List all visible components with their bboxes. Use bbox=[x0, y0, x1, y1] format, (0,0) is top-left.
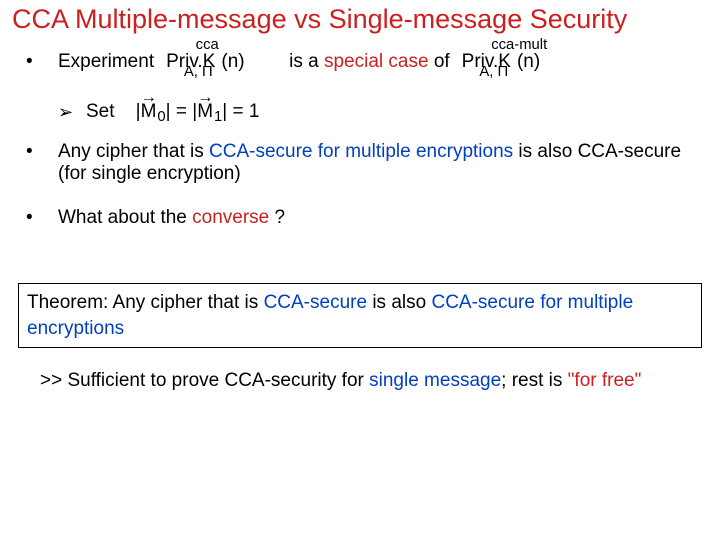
bullet-experiment: • Experiment Priv.K cca A, Π (n) is a sp… bbox=[12, 51, 708, 123]
theorem-pre: Theorem: Any cipher that is bbox=[27, 292, 264, 313]
text-pre: What about the bbox=[58, 207, 192, 228]
foot-mid: ; rest is bbox=[501, 370, 568, 391]
text-specialcase: special case bbox=[324, 51, 429, 73]
theorem-cca: CCA-secure bbox=[264, 292, 367, 313]
equals: = bbox=[176, 101, 192, 122]
privk-arg: (n) bbox=[221, 51, 244, 73]
privk-sub: A, Π bbox=[479, 64, 508, 80]
foot-pre: >> Sufficient to prove CCA-security for bbox=[40, 370, 369, 391]
theorem-mid: is also bbox=[367, 292, 431, 313]
slide-title: CCA Multiple-message vs Single-message S… bbox=[12, 4, 708, 35]
privk-sup: cca bbox=[196, 37, 219, 53]
bullet-list: • Experiment Priv.K cca A, Π (n) is a sp… bbox=[12, 51, 708, 229]
bullet-marker: • bbox=[26, 51, 33, 73]
bar: | bbox=[166, 101, 171, 122]
experiment-label: Experiment bbox=[58, 51, 154, 73]
text-converse: converse bbox=[192, 207, 269, 228]
arrow-icon: → bbox=[141, 89, 157, 105]
text-isa: is a bbox=[289, 51, 319, 73]
tail-eq1: = 1 bbox=[233, 101, 260, 122]
sub-bullet-set: ➢ Set |→M0| = |→M1| = 1 bbox=[58, 101, 708, 123]
privk-arg: (n) bbox=[517, 51, 540, 73]
text-cca-multi: CCA-secure for multiple encryptions bbox=[209, 141, 513, 162]
vector-m0: →M bbox=[141, 101, 157, 123]
text-set: Set bbox=[86, 101, 115, 122]
vector-m1: →M bbox=[197, 101, 213, 123]
arrow-icon: → bbox=[197, 89, 213, 105]
text-pre: Any cipher that is bbox=[58, 141, 209, 162]
sub-marker: ➢ bbox=[58, 102, 73, 123]
privk-cca: Priv.K cca A, Π (n) bbox=[166, 51, 215, 73]
bullet-converse: • What about the converse ? bbox=[12, 207, 708, 229]
bullet-marker: • bbox=[26, 141, 33, 163]
foot-free: "for free" bbox=[568, 370, 642, 391]
footnote: >> Sufficient to prove CCA-security for … bbox=[40, 370, 708, 392]
bar: | bbox=[222, 101, 227, 122]
bullet-marker: • bbox=[26, 207, 33, 229]
text-of: of bbox=[434, 51, 450, 73]
foot-single: single message bbox=[369, 370, 501, 391]
theorem-box: Theorem: Any cipher that is CCA-secure i… bbox=[18, 283, 702, 348]
bullet-cca-secure-multi: • Any cipher that is CCA-secure for mult… bbox=[12, 141, 708, 185]
text-post: ? bbox=[269, 207, 285, 228]
privk-ccamult: Priv.K cca-mult A, Π (n) bbox=[462, 51, 511, 73]
subscript-1: 1 bbox=[214, 109, 222, 125]
privk-sub: A, Π bbox=[184, 64, 213, 80]
subscript-0: 0 bbox=[157, 109, 165, 125]
